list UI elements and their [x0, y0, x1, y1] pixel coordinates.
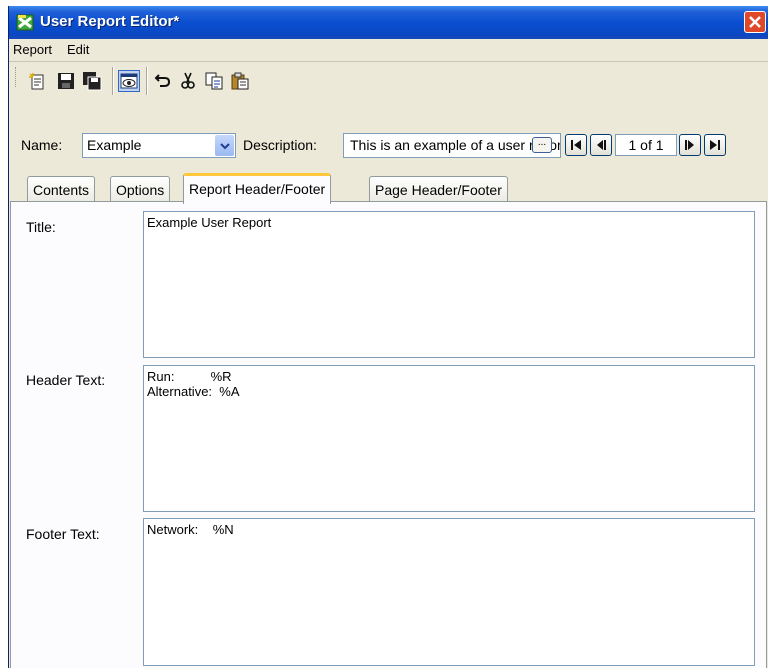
page-counter: 1 of 1 [615, 134, 677, 156]
description-field[interactable]: This is an example of a user report ... [343, 133, 561, 158]
toolbar-separator [146, 67, 148, 95]
title-textarea[interactable]: Example User Report [143, 211, 755, 358]
tab-page-header-footer[interactable]: Page Header/Footer [369, 176, 508, 201]
menu-bar: Report Edit [9, 39, 768, 62]
description-value: This is an example of a user report [350, 137, 561, 153]
next-page-button[interactable] [679, 134, 701, 156]
undo-icon [154, 74, 171, 87]
tab-report-header-footer[interactable]: Report Header/Footer [183, 173, 332, 204]
toolbar-separator [112, 67, 114, 95]
save-all-icon [83, 72, 102, 91]
title-bar[interactable]: User Report Editor* [9, 6, 768, 39]
name-label: Name: [21, 137, 63, 153]
copy-icon [205, 72, 223, 90]
footer-text-textarea[interactable]: Network: %N [143, 518, 755, 666]
undo-button[interactable] [152, 70, 174, 92]
first-page-icon [571, 140, 581, 150]
header-text-label: Header Text: [26, 372, 106, 388]
new-report-button[interactable] [26, 70, 48, 92]
save-icon [58, 73, 74, 89]
chevron-down-icon [219, 142, 230, 149]
last-page-icon [710, 140, 720, 150]
close-button[interactable] [744, 11, 766, 33]
header-text-textarea[interactable]: Run: %R Alternative: %A [143, 365, 755, 512]
new-report-icon [29, 73, 44, 90]
name-value: Example [87, 137, 142, 153]
cut-button[interactable] [177, 70, 199, 92]
first-page-button[interactable] [565, 134, 587, 156]
name-combo[interactable]: Example [82, 133, 236, 158]
tab-options[interactable]: Options [110, 176, 171, 201]
dropdown-arrow[interactable] [215, 135, 234, 156]
footer-text-label: Footer Text: [26, 526, 100, 542]
close-icon [749, 16, 761, 28]
toolbar [9, 62, 768, 98]
tab-contents[interactable]: Contents [27, 176, 96, 201]
description-edit-button[interactable]: ... [532, 137, 552, 153]
previous-page-button[interactable] [590, 134, 612, 156]
previous-page-icon [597, 140, 606, 150]
window-title: User Report Editor* [40, 13, 180, 30]
toolbar-grip[interactable] [15, 67, 19, 87]
preview-icon [120, 73, 138, 89]
title-label: Title: [26, 219, 56, 235]
last-page-button[interactable] [704, 134, 726, 156]
description-label: Description: [243, 137, 317, 153]
paste-button[interactable] [229, 70, 251, 92]
cut-icon [181, 72, 195, 89]
save-all-button[interactable] [81, 70, 103, 92]
copy-button[interactable] [203, 70, 225, 92]
menu-report[interactable]: Report [13, 42, 52, 57]
save-button[interactable] [55, 70, 77, 92]
preview-button[interactable] [118, 70, 140, 92]
next-page-icon [685, 140, 694, 150]
user-report-editor-window: User Report Editor* Report Edit Name: Ex… [8, 6, 768, 668]
paste-icon [231, 72, 249, 90]
menu-edit[interactable]: Edit [67, 42, 89, 57]
report-app-icon [16, 14, 34, 31]
